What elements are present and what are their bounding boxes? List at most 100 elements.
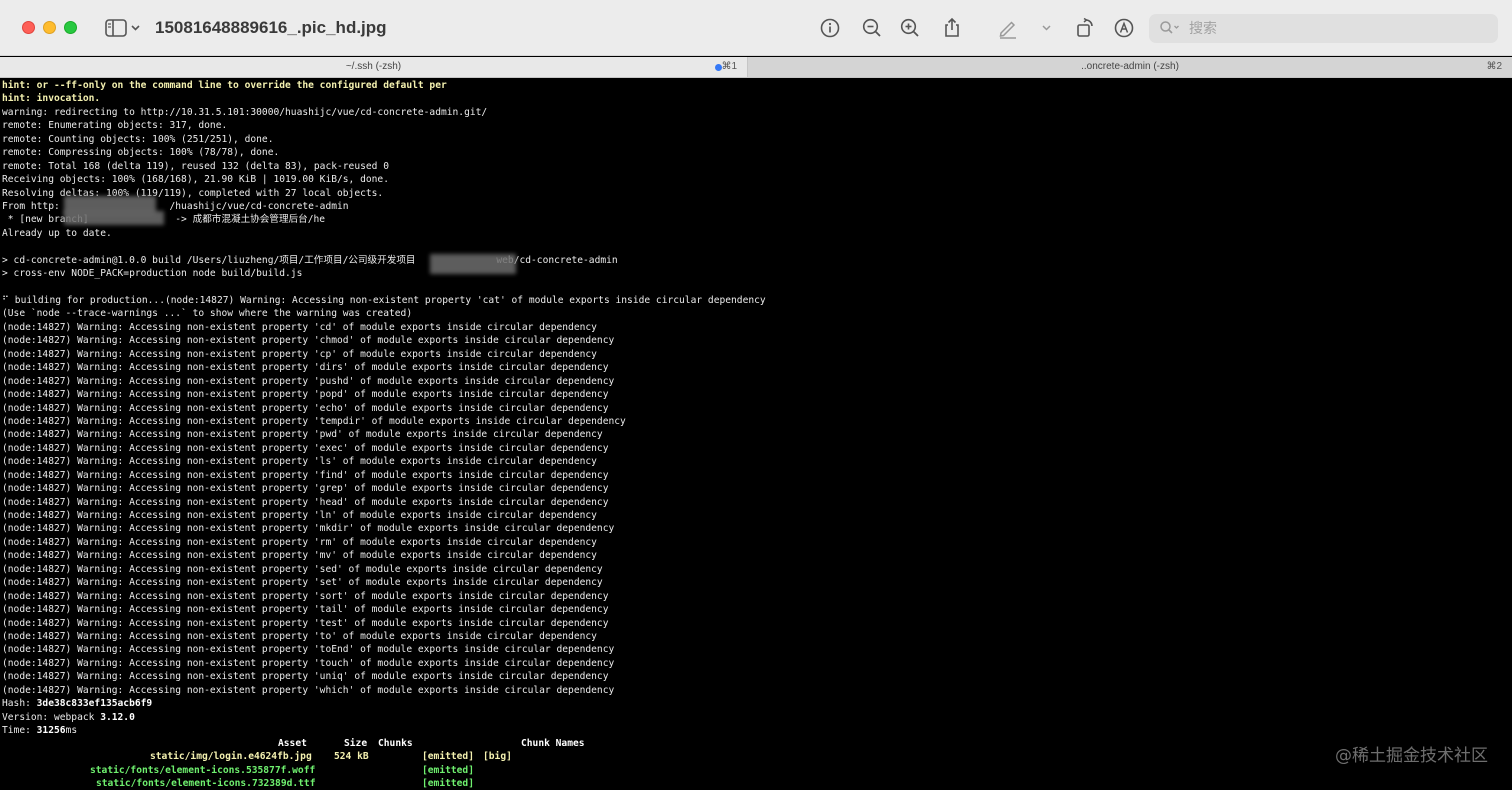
version-label: Version: webpack xyxy=(2,711,101,723)
markup-icon xyxy=(999,21,1016,39)
terminal-line: (node:14827) Warning: Accessing non-exis… xyxy=(2,375,615,387)
terminal-line: (node:14827) Warning: Accessing non-exis… xyxy=(2,402,609,414)
terminal-line: (node:14827) Warning: Accessing non-exis… xyxy=(2,415,626,427)
terminal-line: Receiving objects: 100% (168/168), 21.90… xyxy=(2,174,389,186)
version-value: 3.12.0 xyxy=(100,711,135,723)
tab-bar: ~/.ssh (-zsh) ⌘1 ..oncrete-admin (-zsh) … xyxy=(0,57,1512,78)
asset-big: [big] xyxy=(483,751,512,763)
minimize-button[interactable] xyxy=(43,21,56,34)
sidebar-icon xyxy=(105,19,140,37)
time-label: Time: xyxy=(2,725,37,736)
asset-size: 56 kB xyxy=(340,778,369,790)
asset-name: static/fonts/element-icons.732389d.ttf xyxy=(96,778,316,790)
asset-name: static/img/login.e4624fb.jpg xyxy=(150,751,312,763)
terminal-line: (node:14827) Warning: Accessing non-exis… xyxy=(2,321,597,333)
asset-emitted: [emitted] xyxy=(422,778,474,790)
tab-ssh[interactable]: ~/.ssh (-zsh) ⌘1 xyxy=(0,57,748,77)
hash-label: Hash: xyxy=(2,698,37,710)
time-value: 31256 xyxy=(36,725,66,736)
terminal-line: remote: Total 168 (delta 119), reused 13… xyxy=(2,160,389,172)
terminal-line: > cross-env NODE_PACK=production node bu… xyxy=(2,268,303,280)
terminal-line: (node:14827) Warning: Accessing non-exis… xyxy=(2,563,603,575)
asset-table: Asset Size Chunks Chunk Names static/img… xyxy=(2,737,585,790)
redaction-block xyxy=(64,211,164,225)
tab-shortcut: ⌘1 xyxy=(721,61,737,72)
asset-size: 28.2 kB xyxy=(328,764,369,776)
rotate-button[interactable] xyxy=(1072,15,1098,41)
terminal-line: (node:14827) Warning: Accessing non-exis… xyxy=(2,523,615,535)
terminal-line: (node:14827) Warning: Accessing non-exis… xyxy=(2,362,609,374)
sidebar-toggle-button[interactable] xyxy=(104,17,146,39)
chevron-down-icon xyxy=(1042,25,1051,31)
time-unit: ms xyxy=(65,725,78,736)
zoom-out-button[interactable] xyxy=(859,15,885,41)
terminal-line: (node:14827) Warning: Accessing non-exis… xyxy=(2,389,609,401)
share-button[interactable] xyxy=(939,15,965,41)
search-input[interactable] xyxy=(1187,17,1491,41)
tab-concrete-admin[interactable]: ..oncrete-admin (-zsh) ⌘2 xyxy=(748,57,1512,77)
terminal-line: warning: redirecting to http://10.31.5.1… xyxy=(2,106,488,118)
info-button[interactable] xyxy=(817,15,843,41)
terminal-line: (node:14827) Warning: Accessing non-exis… xyxy=(2,577,603,589)
asset-emitted: [emitted] xyxy=(422,764,474,776)
markup-button[interactable] xyxy=(995,15,1021,41)
annotate-button[interactable] xyxy=(1111,15,1137,41)
asset-size: 524 kB xyxy=(334,751,369,763)
hash-value: 3de38c833ef135acb6f9 xyxy=(36,698,153,710)
terminal-line: (node:14827) Warning: Accessing non-exis… xyxy=(2,550,597,562)
terminal-line: (node:14827) Warning: Accessing non-exis… xyxy=(2,456,597,468)
terminal-line: (node:14827) Warning: Accessing non-exis… xyxy=(2,617,609,629)
table-row: static/img/login.e4624fb.jpg 524 kB [emi… xyxy=(2,750,512,763)
column-header-size: Size xyxy=(344,738,368,749)
hash-line: Hash: 3de38c833ef135acb6f9 xyxy=(2,697,766,710)
terminal-line: (node:14827) Warning: Accessing non-exis… xyxy=(2,630,597,642)
zoom-in-icon xyxy=(900,18,919,37)
column-header-chunk-names: Chunk Names xyxy=(521,738,585,749)
watermark: @稀土掘金技术社区 xyxy=(1335,746,1488,766)
terminal-output[interactable]: hint: or --ff-only on the command line t… xyxy=(0,79,1512,790)
terminal-line: (node:14827) Warning: Accessing non-exis… xyxy=(2,442,609,454)
zoom-out-icon xyxy=(862,18,881,37)
terminal-line: remote: Enumerating objects: 317, done. xyxy=(2,120,228,132)
rotate-icon xyxy=(1077,17,1093,37)
title-bar: 15081648889616_.pic_hd.jpg xyxy=(0,0,1512,56)
search-field[interactable] xyxy=(1149,14,1498,43)
version-line: Version: webpack 3.12.0 xyxy=(2,711,766,724)
markup-menu-button[interactable] xyxy=(1034,15,1060,41)
tab-title: ~/.ssh (-zsh) xyxy=(345,61,402,72)
terminal-line: (node:14827) Warning: Accessing non-exis… xyxy=(2,348,597,360)
terminal-line: (node:14827) Warning: Accessing non-exis… xyxy=(2,590,609,602)
document-title: 15081648889616_.pic_hd.jpg xyxy=(155,18,387,37)
preview-window: 15081648889616_.pic_hd.jpg 搜索 ~/.ssh (-z… xyxy=(0,0,1512,790)
zoom-button[interactable] xyxy=(64,21,77,34)
terminal-line: > cd-concrete-admin@1.0.0 build /Users/l… xyxy=(2,254,618,266)
time-line: Time: 31256ms xyxy=(2,724,766,737)
terminal-line: (node:14827) Warning: Accessing non-exis… xyxy=(2,604,609,616)
terminal-line: (node:14827) Warning: Accessing non-exis… xyxy=(2,429,603,441)
redaction-block xyxy=(430,254,516,274)
close-button[interactable] xyxy=(22,21,35,34)
annotate-icon xyxy=(1114,18,1134,38)
share-icon xyxy=(945,17,959,37)
terminal-line: (node:14827) Warning: Accessing non-exis… xyxy=(2,684,615,696)
terminal-line: (node:14827) Warning: Accessing non-exis… xyxy=(2,644,615,656)
terminal-line: remote: Counting objects: 100% (251/251)… xyxy=(2,133,274,145)
terminal-line: hint: invocation. xyxy=(2,93,101,105)
terminal-line: (node:14827) Warning: Accessing non-exis… xyxy=(2,483,609,495)
asset-name: static/fonts/element-icons.535877f.woff xyxy=(90,764,316,776)
tab-title: ..oncrete-admin (-zsh) xyxy=(1081,61,1179,72)
terminal-line: (node:14827) Warning: Accessing non-exis… xyxy=(2,536,597,548)
terminal-line: ⠋ building for production...(node:14827)… xyxy=(2,295,766,306)
terminal-line: (node:14827) Warning: Accessing non-exis… xyxy=(2,510,597,521)
terminal-lines: hint: or --ff-only on the command line t… xyxy=(2,79,766,737)
column-header-chunks: Chunks xyxy=(378,738,413,749)
terminal-line: remote: Compressing objects: 100% (78/78… xyxy=(2,147,280,159)
terminal-line: Already up to date. xyxy=(2,227,112,239)
table-row: static/fonts/element-icons.732389d.ttf 5… xyxy=(2,777,474,790)
zoom-in-button[interactable] xyxy=(897,15,923,41)
terminal-line: (node:14827) Warning: Accessing non-exis… xyxy=(2,335,615,347)
terminal-line: (node:14827) Warning: Accessing non-exis… xyxy=(2,671,609,683)
info-icon xyxy=(820,18,840,38)
